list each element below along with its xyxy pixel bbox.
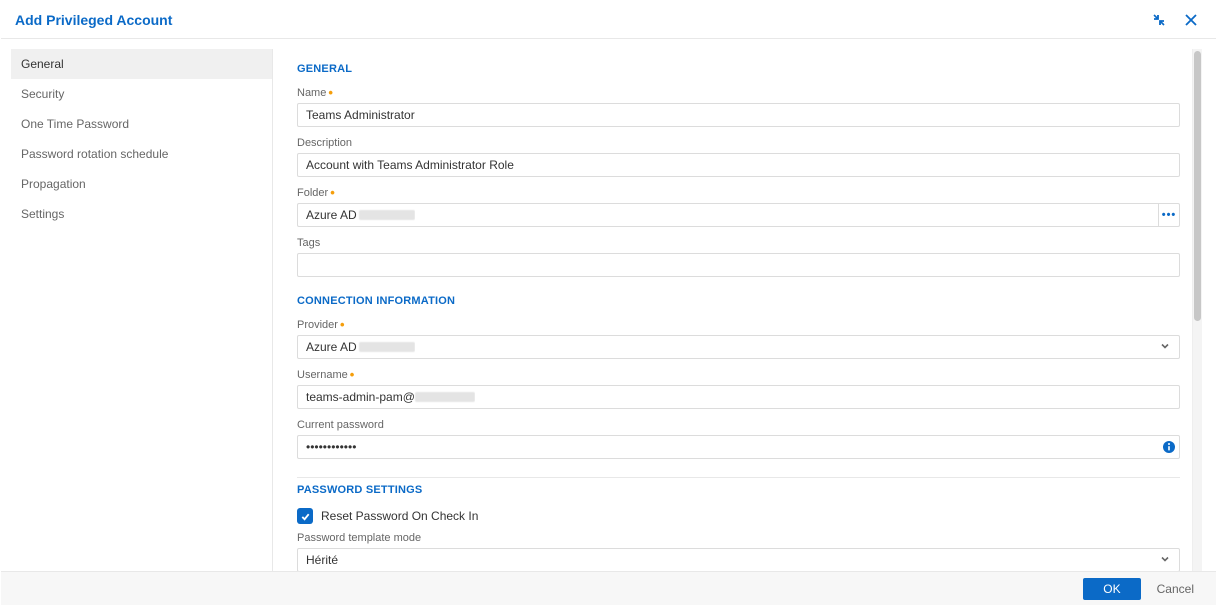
sidebar-item-label: Password rotation schedule (21, 147, 168, 161)
required-icon: • (350, 372, 355, 379)
field-username: Username• teams-admin-pam@ (297, 369, 1180, 409)
ellipsis-icon: ••• (1162, 209, 1177, 221)
checkbox-row-reset: Reset Password On Check In (297, 508, 1180, 524)
field-label: Tags (297, 237, 1180, 249)
minimize-icon[interactable] (1148, 9, 1170, 31)
sidebar-item-label: Propagation (21, 177, 86, 191)
sidebar-item-otp[interactable]: One Time Password (11, 109, 272, 139)
label-text: Current password (297, 419, 384, 431)
provider-select[interactable]: Azure AD (297, 335, 1180, 359)
sidebar-item-label: One Time Password (21, 117, 129, 131)
tags-input[interactable] (297, 253, 1180, 277)
chevron-down-icon (1159, 340, 1171, 355)
ok-button[interactable]: OK (1083, 578, 1140, 600)
label-text: Provider (297, 319, 338, 331)
template-mode-select[interactable]: Hérité (297, 548, 1180, 571)
field-current-password: Current password (297, 419, 1180, 459)
sidebar: General Security One Time Password Passw… (11, 49, 273, 571)
scrollbar[interactable] (1192, 49, 1202, 571)
field-name: Name• (297, 87, 1180, 127)
field-label: Current password (297, 419, 1180, 431)
username-value-prefix: teams-admin-pam@ (306, 390, 415, 404)
sidebar-item-label: Settings (21, 207, 64, 221)
folder-browse-button[interactable]: ••• (1158, 203, 1180, 227)
label-text: Folder (297, 187, 328, 199)
provider-value-prefix: Azure AD (306, 340, 357, 354)
sidebar-item-label: Security (21, 87, 64, 101)
button-label: OK (1103, 582, 1120, 596)
folder-input[interactable]: Azure AD (297, 203, 1158, 227)
info-icon (1162, 440, 1176, 454)
header-actions (1148, 9, 1202, 31)
label-text: Username (297, 369, 348, 381)
field-label: Folder• (297, 187, 1180, 199)
close-icon[interactable] (1180, 9, 1202, 31)
required-icon: • (330, 190, 335, 197)
field-template-mode: Password template mode Hérité (297, 532, 1180, 571)
field-label: Name• (297, 87, 1180, 99)
label-text: Name (297, 87, 326, 99)
field-description: Description (297, 137, 1180, 177)
redacted-text (359, 342, 415, 352)
check-icon (300, 511, 311, 522)
required-icon: • (340, 322, 345, 329)
field-provider: Provider• Azure AD (297, 319, 1180, 359)
dialog-footer: OK Cancel (1, 571, 1216, 605)
field-folder: Folder• Azure AD ••• (297, 187, 1180, 227)
label-text: Description (297, 137, 352, 149)
divider (297, 477, 1180, 478)
redacted-text (359, 210, 415, 220)
dialog-title: Add Privileged Account (15, 12, 1148, 28)
section-title-connection: CONNECTION INFORMATION (297, 295, 1180, 307)
field-label: Provider• (297, 319, 1180, 331)
description-input[interactable] (297, 153, 1180, 177)
sidebar-item-label: General (21, 57, 64, 71)
form-content: GENERAL Name• Description Folder• (273, 49, 1192, 571)
sidebar-item-security[interactable]: Security (11, 79, 272, 109)
section-title-general: GENERAL (297, 63, 1180, 75)
dialog: Add Privileged Account (0, 0, 1217, 606)
scrollbar-thumb[interactable] (1194, 51, 1201, 321)
sidebar-item-rotation[interactable]: Password rotation schedule (11, 139, 272, 169)
current-password-input[interactable] (297, 435, 1158, 459)
sidebar-item-propagation[interactable]: Propagation (11, 169, 272, 199)
template-mode-value: Hérité (306, 553, 338, 567)
username-input[interactable]: teams-admin-pam@ (297, 385, 1180, 409)
name-input[interactable] (297, 103, 1180, 127)
button-label: Cancel (1157, 582, 1194, 596)
sidebar-item-settings[interactable]: Settings (11, 199, 272, 229)
dialog-header: Add Privileged Account (1, 1, 1216, 39)
field-tags: Tags (297, 237, 1180, 277)
label-text: Password template mode (297, 532, 421, 544)
dialog-body: General Security One Time Password Passw… (1, 39, 1216, 571)
folder-value-prefix: Azure AD (306, 208, 357, 222)
checkbox-label: Reset Password On Check In (321, 509, 478, 523)
label-text: Tags (297, 237, 320, 249)
reset-on-checkin-checkbox[interactable] (297, 508, 313, 524)
section-title-password-settings: PASSWORD SETTINGS (297, 484, 1180, 496)
cancel-button[interactable]: Cancel (1157, 578, 1194, 600)
chevron-down-icon (1159, 553, 1171, 568)
password-info-button[interactable] (1158, 435, 1180, 459)
field-label: Description (297, 137, 1180, 149)
redacted-text (415, 392, 475, 402)
field-label: Password template mode (297, 532, 1180, 544)
sidebar-item-general[interactable]: General (11, 49, 272, 79)
field-label: Username• (297, 369, 1180, 381)
required-icon: • (328, 90, 333, 97)
